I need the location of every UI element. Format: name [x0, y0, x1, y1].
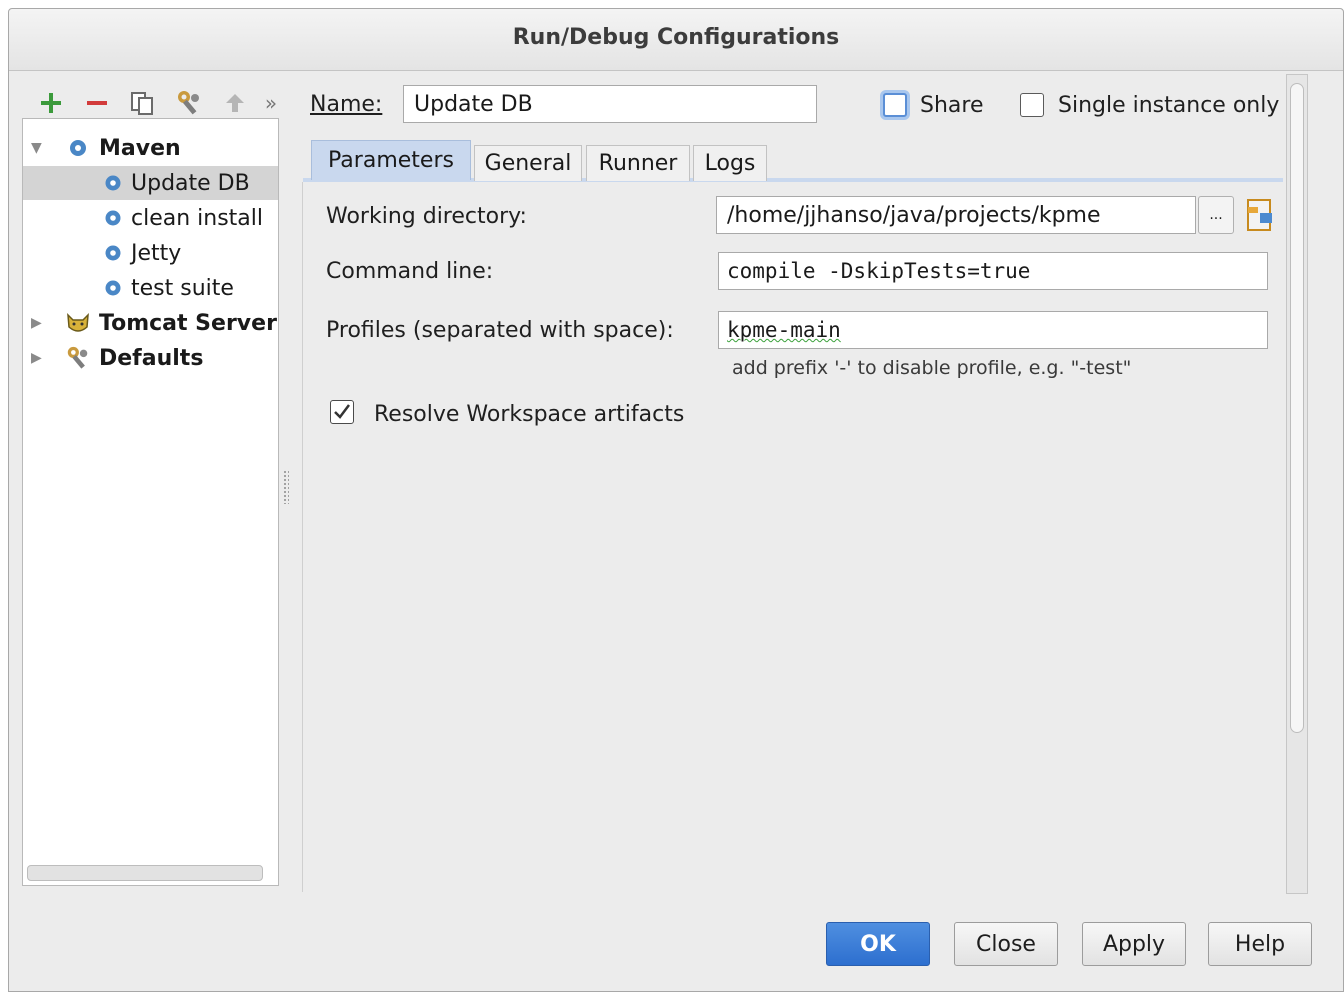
tab-logs[interactable]: Logs [693, 145, 767, 181]
remove-configuration-button[interactable] [82, 86, 112, 120]
close-label: Close [976, 931, 1036, 957]
scrollbar-thumb[interactable] [1290, 83, 1304, 733]
name-input[interactable]: Update DB [403, 85, 817, 123]
working-directory-label: Working directory: [326, 204, 527, 229]
tree-label-defaults: Defaults [99, 345, 204, 371]
resolve-workspace-label: Resolve Workspace artifacts [374, 402, 685, 427]
tab-runner[interactable]: Runner [586, 145, 690, 181]
module-directory-button[interactable] [1246, 197, 1276, 233]
arrow-up-icon [226, 94, 244, 112]
tab-parameters[interactable]: Parameters [311, 140, 471, 180]
name-label: Name: [310, 92, 382, 117]
title-bar[interactable]: Run/Debug Configurations [9, 9, 1343, 71]
tree-node-defaults[interactable]: ▶ Defaults [23, 341, 278, 375]
configuration-tree[interactable]: ▼ Maven Update DB clean install Jetty te… [22, 118, 279, 886]
collapsed-triangle-icon[interactable]: ▶ [31, 315, 42, 331]
tree-horizontal-scrollbar[interactable] [27, 865, 263, 881]
working-directory-value: /home/jjhanso/java/projects/kpme [727, 202, 1101, 228]
maven-gear-icon [70, 140, 86, 156]
tree-item-label: Update DB [131, 170, 250, 196]
more-chevron-icon: » [264, 91, 278, 115]
tree-item-label: clean install [131, 205, 264, 231]
dialog-title: Run/Debug Configurations [512, 25, 840, 50]
panel-splitter-handle[interactable] [283, 470, 289, 504]
tree-label-maven: Maven [99, 135, 181, 161]
maven-config-icon [105, 280, 121, 296]
close-button[interactable]: Close [954, 922, 1058, 966]
profiles-label: Profiles (separated with space): [326, 318, 674, 343]
share-checkbox[interactable] [883, 93, 907, 117]
tree-item-jetty[interactable]: Jetty [23, 236, 278, 270]
add-configuration-button[interactable] [36, 86, 66, 120]
folder-module-icon [1247, 199, 1272, 231]
ok-label: OK [860, 931, 896, 957]
maven-config-icon [105, 245, 121, 261]
share-label: Share [920, 93, 984, 118]
tab-label: Parameters [328, 148, 454, 173]
maven-config-icon [105, 175, 121, 191]
copy-configuration-button[interactable] [126, 86, 158, 120]
move-up-button[interactable] [222, 86, 248, 120]
resolve-workspace-checkbox[interactable] [330, 400, 354, 424]
maven-config-icon [105, 210, 121, 226]
working-directory-input[interactable]: /home/jjhanso/java/projects/kpme [716, 196, 1196, 234]
name-input-value: Update DB [414, 91, 533, 117]
profiles-input[interactable]: kpme-main [718, 311, 1268, 349]
tree-item-clean-install[interactable]: clean install [23, 201, 278, 235]
command-line-value: compile -DskipTests=true [727, 259, 1031, 283]
ok-button[interactable]: OK [826, 922, 930, 966]
command-line-label: Command line: [326, 259, 494, 284]
wrench-icon [67, 346, 88, 369]
tree-item-test-suite[interactable]: test suite [23, 271, 278, 305]
remove-icon [87, 101, 107, 105]
wrench-icon [178, 91, 199, 115]
apply-button[interactable]: Apply [1082, 922, 1186, 966]
tree-node-tomcat[interactable]: ▶ Tomcat Server [23, 306, 278, 340]
tab-label: General [484, 151, 572, 176]
tree-item-update-db[interactable]: Update DB [23, 166, 278, 200]
expanded-triangle-icon[interactable]: ▼ [31, 140, 42, 156]
vertical-scrollbar[interactable] [1286, 74, 1308, 894]
help-label: Help [1234, 931, 1286, 957]
single-instance-label: Single instance only [1058, 93, 1280, 118]
command-line-input[interactable]: compile -DskipTests=true [718, 252, 1268, 290]
help-button[interactable]: Help [1208, 922, 1312, 966]
tree-label-tomcat: Tomcat Server [99, 310, 277, 336]
tree-node-maven[interactable]: ▼ Maven [23, 131, 278, 165]
tab-label: Logs [704, 151, 756, 176]
more-actions-button[interactable]: » [260, 86, 282, 120]
apply-label: Apply [1102, 931, 1166, 957]
tree-item-label: test suite [131, 275, 234, 301]
ellipsis-icon: ... [1209, 207, 1223, 223]
add-icon [41, 93, 61, 113]
collapsed-triangle-icon[interactable]: ▶ [31, 350, 42, 366]
checkmark-icon [334, 404, 350, 419]
single-instance-checkbox[interactable] [1020, 93, 1044, 117]
name-label-text: Name: [310, 92, 383, 117]
profiles-hint: add prefix '-' to disable profile, e.g. … [732, 357, 1132, 379]
edit-defaults-button[interactable] [172, 86, 206, 120]
tab-general[interactable]: General [474, 145, 582, 181]
browse-button[interactable]: ... [1198, 196, 1234, 234]
tomcat-icon [67, 313, 89, 332]
tree-item-label: Jetty [131, 240, 182, 266]
profiles-value: kpme-main [727, 318, 841, 342]
tab-label: Runner [598, 151, 678, 176]
copy-icon [131, 92, 153, 115]
